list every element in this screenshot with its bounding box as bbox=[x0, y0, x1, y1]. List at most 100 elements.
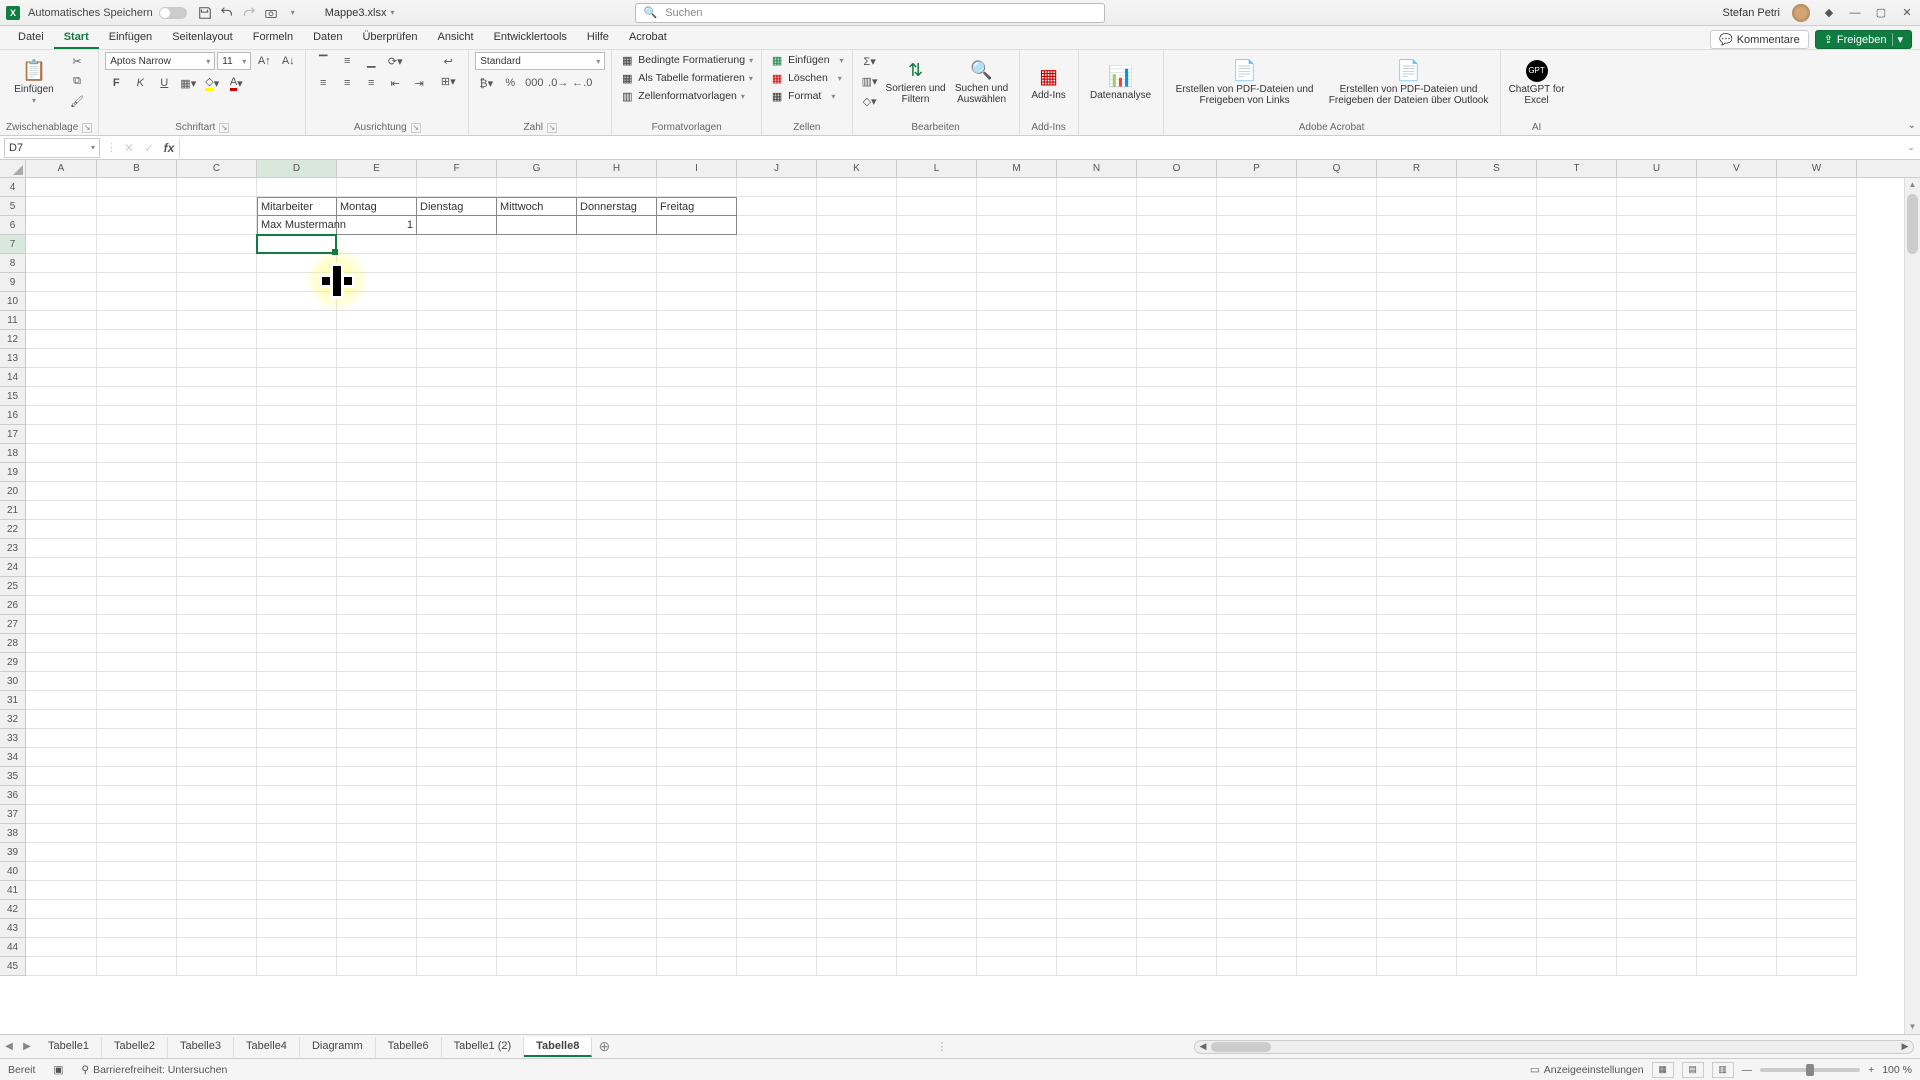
cell-Q13[interactable] bbox=[1297, 349, 1377, 368]
cell-J35[interactable] bbox=[737, 767, 817, 786]
cell-J44[interactable] bbox=[737, 938, 817, 957]
cell-S10[interactable] bbox=[1457, 292, 1537, 311]
percent-icon[interactable]: % bbox=[499, 74, 521, 92]
cell-F36[interactable] bbox=[417, 786, 497, 805]
cell-G11[interactable] bbox=[497, 311, 577, 330]
decrease-decimal-icon[interactable]: ←.0 bbox=[571, 74, 593, 92]
cell-B41[interactable] bbox=[97, 881, 177, 900]
cell-O38[interactable] bbox=[1137, 824, 1217, 843]
cell-A30[interactable] bbox=[26, 672, 97, 691]
align-left-icon[interactable]: ≡ bbox=[312, 74, 334, 92]
addins-button[interactable]: ▦ Add-Ins bbox=[1026, 52, 1072, 114]
cell-J14[interactable] bbox=[737, 368, 817, 387]
cell-V39[interactable] bbox=[1697, 843, 1777, 862]
cell-N10[interactable] bbox=[1057, 292, 1137, 311]
cell-F14[interactable] bbox=[417, 368, 497, 387]
cell-F5[interactable]: Dienstag bbox=[417, 197, 497, 216]
cell-L29[interactable] bbox=[897, 653, 977, 672]
row-header-35[interactable]: 35 bbox=[0, 767, 26, 786]
cell-K28[interactable] bbox=[817, 634, 897, 653]
cell-B31[interactable] bbox=[97, 691, 177, 710]
cell-E33[interactable] bbox=[337, 729, 417, 748]
cell-M23[interactable] bbox=[977, 539, 1057, 558]
cell-N7[interactable] bbox=[1057, 235, 1137, 254]
cell-V34[interactable] bbox=[1697, 748, 1777, 767]
cut-icon[interactable]: ✂ bbox=[66, 52, 88, 70]
cell-L25[interactable] bbox=[897, 577, 977, 596]
cell-J9[interactable] bbox=[737, 273, 817, 292]
cell-H7[interactable] bbox=[577, 235, 657, 254]
cell-S7[interactable] bbox=[1457, 235, 1537, 254]
cell-R42[interactable] bbox=[1377, 900, 1457, 919]
cell-H6[interactable] bbox=[577, 216, 657, 235]
cell-L32[interactable] bbox=[897, 710, 977, 729]
cell-H27[interactable] bbox=[577, 615, 657, 634]
align-middle-icon[interactable]: ≡ bbox=[336, 52, 358, 70]
cell-M31[interactable] bbox=[977, 691, 1057, 710]
cell-U5[interactable] bbox=[1617, 197, 1697, 216]
decrease-indent-icon[interactable]: ⇤ bbox=[384, 74, 406, 92]
cell-C38[interactable] bbox=[177, 824, 257, 843]
cell-S38[interactable] bbox=[1457, 824, 1537, 843]
cell-C34[interactable] bbox=[177, 748, 257, 767]
select-all-button[interactable] bbox=[0, 160, 26, 177]
cell-G22[interactable] bbox=[497, 520, 577, 539]
cell-T41[interactable] bbox=[1537, 881, 1617, 900]
cell-F39[interactable] bbox=[417, 843, 497, 862]
cell-H37[interactable] bbox=[577, 805, 657, 824]
cell-C27[interactable] bbox=[177, 615, 257, 634]
cell-J4[interactable] bbox=[737, 178, 817, 197]
macro-record-icon[interactable]: ▣ bbox=[53, 1064, 63, 1076]
cell-W28[interactable] bbox=[1777, 634, 1857, 653]
cell-D32[interactable] bbox=[257, 710, 337, 729]
cell-E35[interactable] bbox=[337, 767, 417, 786]
cell-S28[interactable] bbox=[1457, 634, 1537, 653]
cell-A10[interactable] bbox=[26, 292, 97, 311]
cell-Q17[interactable] bbox=[1297, 425, 1377, 444]
col-header-W[interactable]: W bbox=[1777, 160, 1857, 177]
cell-I34[interactable] bbox=[657, 748, 737, 767]
cell-Q45[interactable] bbox=[1297, 957, 1377, 976]
cell-O13[interactable] bbox=[1137, 349, 1217, 368]
cell-O36[interactable] bbox=[1137, 786, 1217, 805]
cell-D12[interactable] bbox=[257, 330, 337, 349]
cell-J26[interactable] bbox=[737, 596, 817, 615]
cell-V38[interactable] bbox=[1697, 824, 1777, 843]
cell-M10[interactable] bbox=[977, 292, 1057, 311]
cell-A40[interactable] bbox=[26, 862, 97, 881]
cell-O6[interactable] bbox=[1137, 216, 1217, 235]
display-settings-button[interactable]: ▭Anzeigeeinstellungen bbox=[1530, 1064, 1644, 1076]
cell-Q26[interactable] bbox=[1297, 596, 1377, 615]
cell-I20[interactable] bbox=[657, 482, 737, 501]
col-header-K[interactable]: K bbox=[817, 160, 897, 177]
cell-F44[interactable] bbox=[417, 938, 497, 957]
cell-D30[interactable] bbox=[257, 672, 337, 691]
cell-K7[interactable] bbox=[817, 235, 897, 254]
cell-K34[interactable] bbox=[817, 748, 897, 767]
cell-T28[interactable] bbox=[1537, 634, 1617, 653]
cell-W17[interactable] bbox=[1777, 425, 1857, 444]
cell-A43[interactable] bbox=[26, 919, 97, 938]
cell-U26[interactable] bbox=[1617, 596, 1697, 615]
user-avatar[interactable] bbox=[1792, 4, 1810, 22]
name-box[interactable]: D7▾ bbox=[4, 138, 100, 158]
cell-E27[interactable] bbox=[337, 615, 417, 634]
row-header-43[interactable]: 43 bbox=[0, 919, 26, 938]
cell-R9[interactable] bbox=[1377, 273, 1457, 292]
cell-Q15[interactable] bbox=[1297, 387, 1377, 406]
cell-B14[interactable] bbox=[97, 368, 177, 387]
cell-R15[interactable] bbox=[1377, 387, 1457, 406]
cell-J10[interactable] bbox=[737, 292, 817, 311]
cell-M38[interactable] bbox=[977, 824, 1057, 843]
cell-P22[interactable] bbox=[1217, 520, 1297, 539]
paste-button[interactable]: 📋 Einfügen ▾ bbox=[6, 52, 62, 114]
cell-R40[interactable] bbox=[1377, 862, 1457, 881]
col-header-T[interactable]: T bbox=[1537, 160, 1617, 177]
cell-F15[interactable] bbox=[417, 387, 497, 406]
cell-P16[interactable] bbox=[1217, 406, 1297, 425]
cell-R37[interactable] bbox=[1377, 805, 1457, 824]
cell-I29[interactable] bbox=[657, 653, 737, 672]
cell-O10[interactable] bbox=[1137, 292, 1217, 311]
cell-P23[interactable] bbox=[1217, 539, 1297, 558]
cell-F21[interactable] bbox=[417, 501, 497, 520]
